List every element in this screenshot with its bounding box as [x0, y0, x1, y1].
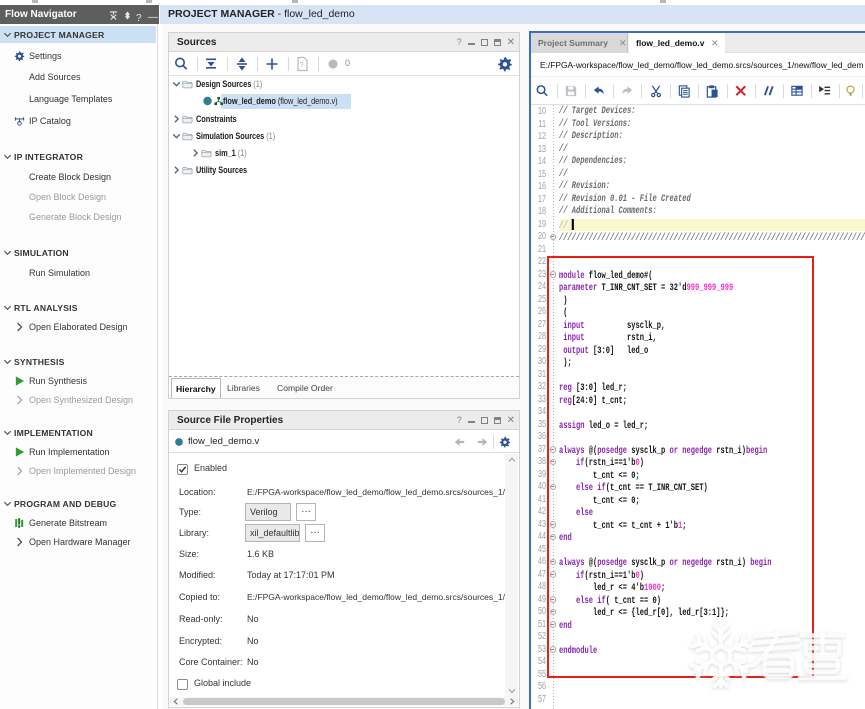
svg-text:?: ? — [300, 62, 304, 69]
